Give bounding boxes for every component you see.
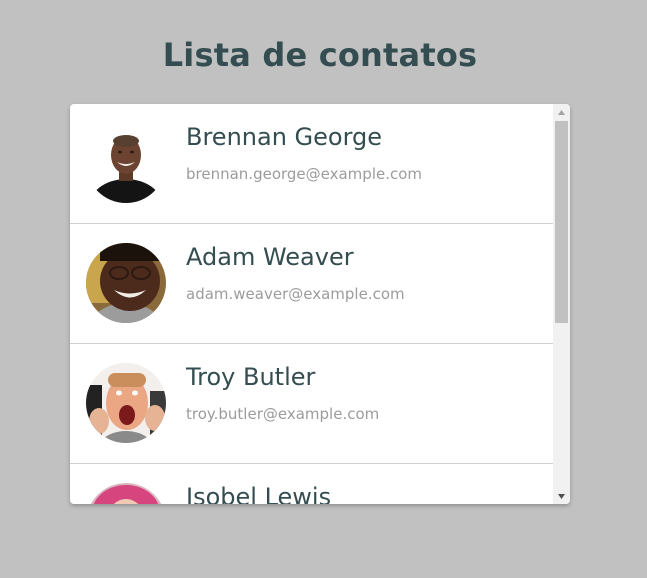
vertical-scrollbar[interactable] [553, 104, 570, 504]
avatar [86, 363, 166, 443]
triangle-up-icon [558, 109, 565, 115]
person-photo-icon [86, 363, 166, 443]
contact-name: Brennan George [186, 123, 383, 151]
scroll-up-button[interactable] [553, 104, 570, 120]
contact-email: troy.butler@example.com [186, 405, 380, 423]
contact-list-panel: Brennan George brennan.george@example.co… [70, 104, 570, 504]
avatar [86, 243, 166, 323]
person-photo-icon [86, 243, 166, 323]
triangle-down-icon [558, 493, 565, 499]
contact-list[interactable]: Brennan George brennan.george@example.co… [70, 104, 553, 504]
contact-item[interactable]: Isobel Lewis [70, 464, 553, 504]
contact-item[interactable]: Brennan George brennan.george@example.co… [70, 104, 553, 224]
contact-item[interactable]: Adam Weaver adam.weaver@example.com [70, 224, 553, 344]
scroll-down-button[interactable] [553, 488, 570, 504]
avatar [86, 123, 166, 203]
page-title: Lista de contatos [162, 36, 478, 74]
contact-name: Adam Weaver [186, 243, 354, 271]
contact-name: Troy Butler [186, 363, 316, 391]
person-photo-icon [86, 123, 166, 203]
scroll-thumb[interactable] [555, 121, 568, 323]
contact-email: adam.weaver@example.com [186, 285, 405, 303]
contact-email: brennan.george@example.com [186, 165, 423, 183]
contact-name: Isobel Lewis [186, 483, 332, 504]
person-photo-icon [86, 483, 166, 504]
avatar [86, 483, 166, 504]
contact-item[interactable]: Troy Butler troy.butler@example.com [70, 344, 553, 464]
